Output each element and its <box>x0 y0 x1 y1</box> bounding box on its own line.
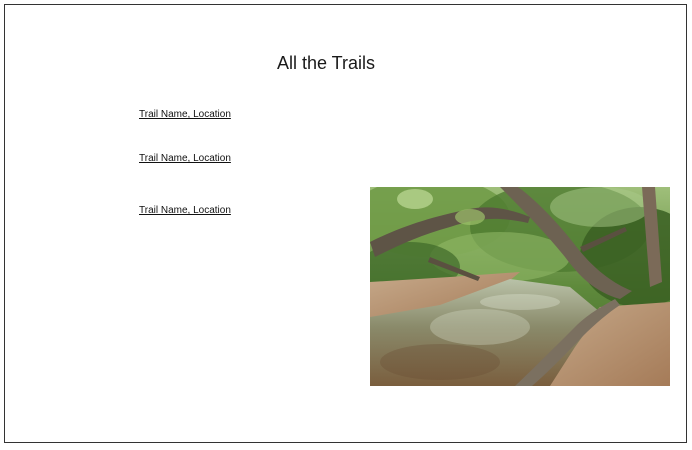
page-frame: All the Trails Trail Name, Location Trai… <box>4 4 687 443</box>
trail-photo <box>370 187 670 386</box>
trail-link[interactable]: Trail Name, Location <box>139 205 231 216</box>
page-title: All the Trails <box>276 53 376 73</box>
trail-link[interactable]: Trail Name, Location <box>139 109 231 120</box>
trail-link[interactable]: Trail Name, Location <box>139 153 231 164</box>
